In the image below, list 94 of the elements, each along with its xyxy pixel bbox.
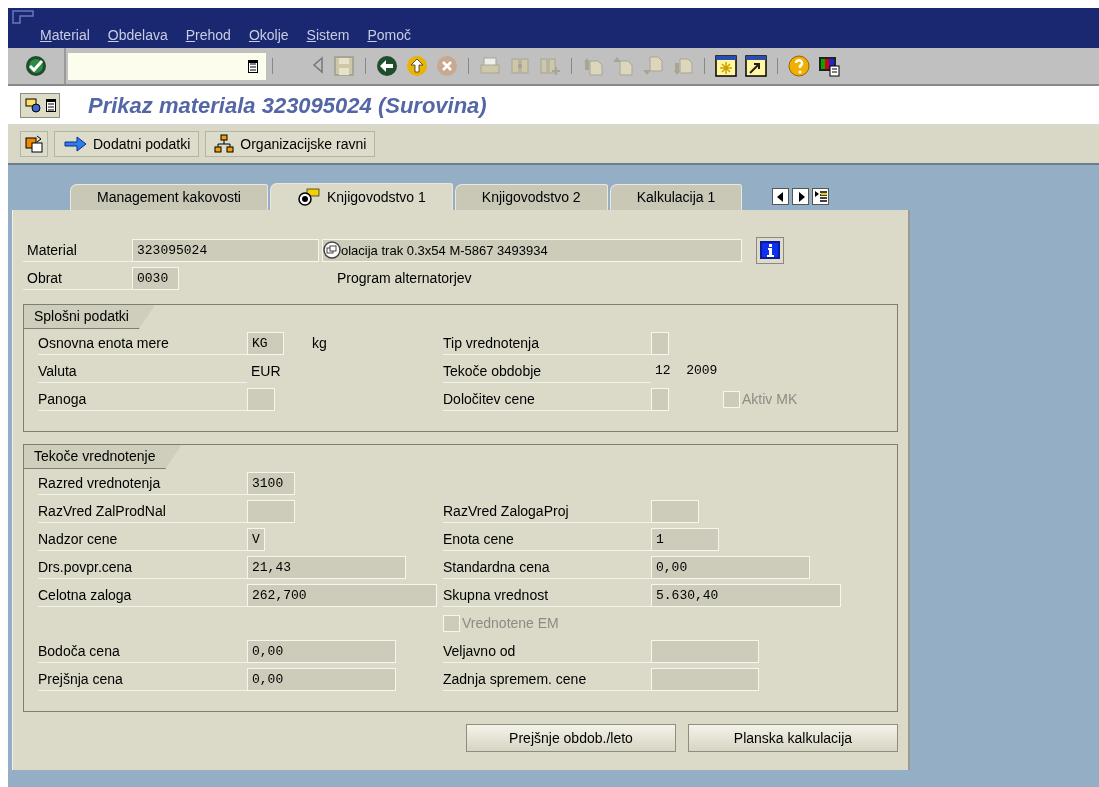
toolbar-button[interactable]: Dodatni podatki: [54, 131, 200, 157]
input-field[interactable]: 323095024: [132, 238, 319, 262]
help-icon[interactable]: [788, 55, 810, 77]
save-icon[interactable]: [333, 55, 355, 77]
field-label: Nadzor cene: [38, 527, 247, 551]
field-label: Razred vrednotenja: [38, 471, 247, 495]
description-text: Program alternatorjev: [337, 268, 472, 288]
arrow-icon: [63, 134, 87, 154]
new-session-icon[interactable]: [715, 55, 737, 77]
input-field[interactable]: [651, 499, 699, 523]
field-label: RazVred ZalProdNal: [38, 499, 247, 523]
field-label: Skupna vrednost: [443, 583, 651, 607]
input-field[interactable]: 0,00: [247, 667, 396, 691]
input-field[interactable]: 0030: [132, 266, 179, 290]
field-label: Zadnja spremem. cene: [443, 667, 651, 691]
list-icon: [45, 98, 56, 112]
field-label: Panoga: [38, 387, 247, 411]
screen-title: Prikaz materiala 323095024 (Surovina): [88, 91, 487, 120]
input-field[interactable]: 21,43: [247, 555, 406, 579]
find-icon[interactable]: [509, 55, 531, 77]
list-icon: [814, 190, 827, 203]
menu-item[interactable]: Material: [40, 26, 90, 44]
last-page-icon[interactable]: [672, 55, 694, 77]
field-label: Enota cene: [443, 527, 651, 551]
check-icon[interactable]: [25, 55, 47, 77]
display-change-button[interactable]: [20, 92, 60, 118]
menu-item[interactable]: Pomoč: [367, 26, 411, 44]
field-label: Bodoča cena: [38, 639, 247, 663]
cancel-icon[interactable]: [436, 55, 458, 77]
tab-list-button[interactable]: [812, 188, 830, 205]
push-button[interactable]: Planska kalkulacija: [688, 724, 898, 752]
group-title: Splošni podatki: [24, 305, 155, 329]
list-icon[interactable]: [248, 59, 258, 73]
hierarchy-icon: [214, 134, 235, 154]
menu-item[interactable]: Sistem: [306, 26, 350, 44]
system-menu-icon[interactable]: [12, 10, 34, 24]
field-label: Tekoče obdobje: [443, 359, 651, 383]
checkbox-label: Aktiv MK: [742, 389, 798, 409]
field-label: RazVred ZalogaProj: [443, 499, 651, 523]
tab[interactable]: Management kakovosti: [70, 184, 268, 210]
input-field[interactable]: [651, 387, 669, 411]
field-label: Določitev cene: [443, 387, 651, 411]
field-label: Valuta: [38, 359, 247, 383]
value-text: 12 2009: [654, 362, 718, 381]
windows-icon: [25, 135, 43, 153]
input-field[interactable]: 3100: [247, 471, 295, 495]
left-arrow-icon: [776, 191, 785, 202]
input-field[interactable]: 0,00: [651, 555, 810, 579]
checkbox-label: Vrednotene EM: [462, 613, 559, 633]
push-button[interactable]: Prejšnje obdob./leto: [466, 724, 676, 752]
field-label: Prejšnja cena: [38, 667, 247, 691]
tab[interactable]: Knjigovodstvo 1: [269, 183, 453, 210]
unit-text: kg: [312, 333, 327, 353]
tab-status-icon: [296, 188, 321, 206]
input-field[interactable]: V: [247, 527, 265, 551]
field-label: Osnovna enota mere: [38, 331, 247, 355]
field-label: Celotna zaloga: [38, 583, 247, 607]
input-field[interactable]: [247, 499, 295, 523]
value-text: EUR: [250, 361, 281, 381]
right-arrow-icon: [796, 191, 805, 202]
input-field[interactable]: [651, 667, 759, 691]
field-label: Veljavno od: [443, 639, 651, 663]
next-page-icon[interactable]: [642, 55, 664, 77]
input-field[interactable]: 5.630,40: [651, 583, 841, 607]
input-field[interactable]: 262,700: [247, 583, 437, 607]
find-next-icon[interactable]: [539, 55, 561, 77]
tab[interactable]: Knjigovodstvo 2: [454, 184, 608, 210]
scroll-right-button[interactable]: [792, 188, 810, 205]
input-field[interactable]: [651, 331, 669, 355]
input-field[interactable]: 0,00: [247, 639, 396, 663]
field-label: Drs.povpr.cena: [38, 555, 247, 579]
input-field[interactable]: [247, 387, 275, 411]
info-icon: [760, 241, 780, 259]
input-field[interactable]: 1: [651, 527, 719, 551]
info-button[interactable]: [756, 236, 784, 264]
other-view-button[interactable]: [20, 131, 48, 157]
toolbar-button[interactable]: Organizacijske ravni: [205, 131, 376, 157]
menu-item[interactable]: Obdelava: [107, 26, 168, 44]
tab[interactable]: Kalkulacija 1: [609, 184, 743, 210]
previous-page-icon[interactable]: [612, 55, 634, 77]
menu-item[interactable]: Okolje: [248, 26, 289, 44]
field-label: Standardna cena: [443, 555, 651, 579]
input-field[interactable]: [651, 639, 759, 663]
layout-icon[interactable]: [818, 55, 840, 77]
shortcut-icon[interactable]: [745, 55, 767, 77]
description-field[interactable]: olacija trak 0.3x54 M-5867 3493934: [322, 238, 742, 262]
field-label: Tip vrednotenja: [443, 331, 651, 355]
print-icon[interactable]: [479, 55, 501, 77]
menu-item[interactable]: Prehod: [185, 26, 231, 44]
scroll-left-button[interactable]: [772, 188, 790, 205]
group-title: Tekoče vrednotenje: [24, 445, 182, 469]
command-field[interactable]: [68, 52, 266, 80]
input-field[interactable]: KG: [247, 331, 284, 355]
popup-icon[interactable]: [323, 239, 341, 261]
